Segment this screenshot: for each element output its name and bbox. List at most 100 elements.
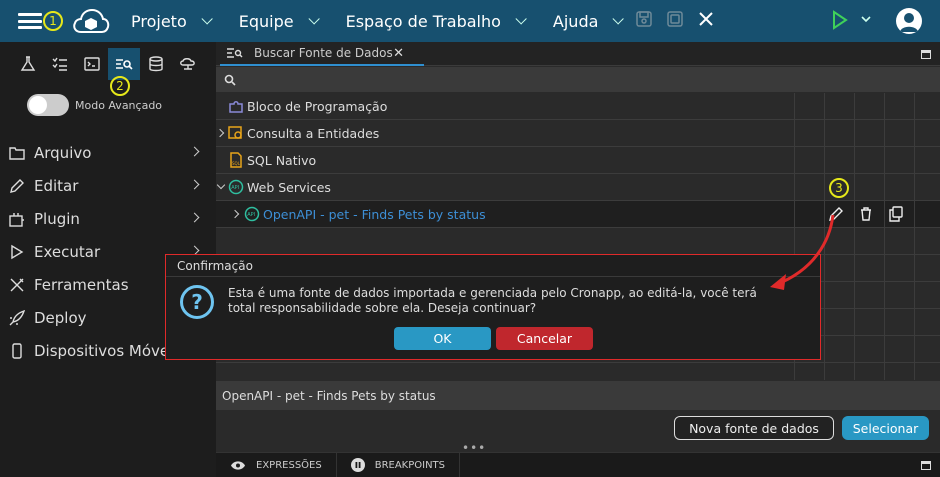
pause-icon bbox=[350, 458, 365, 472]
svg-text:API: API bbox=[231, 185, 239, 191]
tab-breakpoints[interactable]: BREAKPOINTS bbox=[337, 452, 461, 477]
tree-row-bloco[interactable]: Bloco de Programação bbox=[216, 93, 940, 120]
menu-espaco-de-trabalho[interactable]: Espaço de Trabalho bbox=[345, 11, 527, 31]
search-input[interactable] bbox=[216, 67, 940, 92]
trash-icon[interactable] bbox=[858, 206, 874, 222]
nav-label: Editar bbox=[34, 176, 79, 195]
chevron-right-icon bbox=[189, 146, 200, 157]
hamburger-menu-icon[interactable] bbox=[18, 13, 42, 29]
chevron-down-icon bbox=[612, 13, 625, 25]
selected-datasource-label: OpenAPI - pet - Finds Pets by status bbox=[222, 388, 436, 403]
menu-projeto[interactable]: Projeto bbox=[131, 11, 213, 31]
cancel-button[interactable]: Cancelar bbox=[496, 327, 593, 350]
database-icon bbox=[149, 56, 163, 72]
play-icon bbox=[833, 10, 871, 30]
tool-tab-console[interactable] bbox=[76, 48, 108, 80]
toolbar-icons bbox=[635, 10, 715, 28]
annotation-badge-1: 1 bbox=[43, 11, 63, 31]
checklist-icon bbox=[52, 57, 67, 71]
ok-button[interactable]: OK bbox=[394, 327, 491, 350]
pencil-icon bbox=[8, 177, 26, 195]
tab-label: BREAKPOINTS bbox=[374, 459, 446, 471]
datasource-search-icon bbox=[227, 48, 243, 58]
dialog-title: Confirmação bbox=[166, 255, 820, 277]
mobile-icon bbox=[8, 342, 26, 360]
tree-label: Bloco de Programação bbox=[247, 98, 388, 114]
query-icon bbox=[228, 126, 242, 139]
tree-label: SQL Nativo bbox=[247, 152, 317, 168]
chevron-right-icon[interactable] bbox=[215, 128, 225, 138]
nav-label: Deploy bbox=[34, 308, 87, 327]
bottom-tabs: EXPRESSÕES BREAKPOINTS bbox=[216, 452, 940, 477]
copy-icon[interactable] bbox=[888, 206, 904, 222]
confirmation-dialog: Confirmação ? Esta é uma fonte de dados … bbox=[165, 254, 821, 360]
folder-icon bbox=[8, 144, 26, 162]
tool-tab-database[interactable] bbox=[140, 48, 172, 80]
tab-bar: Buscar Fonte de Dados ✕ bbox=[216, 42, 940, 66]
tree-label: Web Services bbox=[247, 179, 331, 195]
tab-label: Buscar Fonte de Dados bbox=[254, 46, 393, 60]
save-all-icon[interactable] bbox=[666, 10, 684, 28]
nav-item-arquivo[interactable]: Arquivo bbox=[0, 136, 216, 169]
play-icon bbox=[8, 243, 26, 261]
cronapp-logo-icon bbox=[73, 8, 110, 33]
puzzle-icon bbox=[229, 101, 243, 113]
nav-label: Dispositivos Móve bbox=[34, 341, 170, 360]
grid-line bbox=[884, 93, 885, 380]
run-button[interactable] bbox=[832, 10, 872, 34]
dialog-message: Esta é uma fonte de dados importada e ge… bbox=[228, 286, 757, 315]
nav-item-plugin[interactable]: Plugin bbox=[0, 202, 216, 235]
select-button[interactable]: Selecionar bbox=[842, 416, 929, 440]
chevron-down-icon bbox=[308, 13, 320, 25]
sql-file-icon: SQL bbox=[230, 152, 242, 168]
user-avatar-icon[interactable] bbox=[896, 8, 922, 34]
cloud-network-icon bbox=[180, 58, 195, 70]
nav-label: Executar bbox=[34, 242, 101, 261]
menu-label: Espaço de Trabalho bbox=[345, 11, 501, 31]
search-icon bbox=[224, 74, 236, 86]
plugin-icon bbox=[8, 210, 26, 228]
save-icon[interactable] bbox=[635, 10, 653, 28]
menu-equipe[interactable]: Equipe bbox=[239, 12, 320, 31]
maximize-icon[interactable] bbox=[921, 461, 931, 470]
chevron-down-icon bbox=[201, 13, 213, 25]
tool-tab-datasource[interactable] bbox=[108, 48, 140, 80]
tools-icon bbox=[8, 276, 26, 294]
tab-label: EXPRESSÕES bbox=[256, 459, 322, 471]
new-datasource-button[interactable]: Nova fonte de dados bbox=[674, 416, 834, 440]
tab-close-icon[interactable]: ✕ bbox=[393, 46, 404, 61]
tab-expressoes[interactable]: EXPRESSÕES bbox=[216, 452, 337, 477]
close-icon[interactable] bbox=[697, 10, 715, 28]
tool-tab-cloud[interactable] bbox=[172, 48, 204, 80]
tab-buscar-fonte[interactable]: Buscar Fonte de Dados ✕ bbox=[220, 42, 424, 66]
chevron-right-icon bbox=[189, 212, 200, 223]
grid-line bbox=[914, 93, 915, 380]
grid-line bbox=[854, 93, 855, 380]
nav-label: Arquivo bbox=[34, 143, 92, 162]
chevron-down-icon[interactable] bbox=[216, 180, 226, 190]
menu-ajuda[interactable]: Ajuda bbox=[553, 12, 625, 31]
terminal-icon bbox=[84, 57, 100, 71]
flask-icon bbox=[20, 56, 36, 71]
main-menu: Projeto Equipe Espaço de Trabalho Ajuda bbox=[131, 0, 650, 42]
nav-label: Plugin bbox=[34, 209, 80, 228]
menu-label: Projeto bbox=[131, 11, 187, 31]
annotation-arrow-icon bbox=[770, 214, 835, 290]
tool-tab-test[interactable] bbox=[12, 48, 44, 80]
advanced-mode-toggle[interactable] bbox=[27, 94, 69, 116]
question-icon: ? bbox=[180, 285, 214, 319]
nav-item-editar[interactable]: Editar bbox=[0, 169, 216, 202]
chevron-down-icon bbox=[515, 13, 527, 25]
nav-label: Ferramentas bbox=[34, 275, 129, 294]
chevron-right-icon[interactable] bbox=[230, 209, 240, 219]
tool-tab-tasks[interactable] bbox=[44, 48, 76, 80]
tree-row-sql[interactable]: SQL SQL Nativo bbox=[216, 147, 940, 174]
api-icon: API bbox=[244, 206, 260, 222]
tree-row-consulta[interactable]: Consulta a Entidades bbox=[215, 120, 940, 147]
top-bar: 1 Projeto Equipe Espaço de Trabalho Ajud… bbox=[0, 0, 940, 42]
datasource-search-icon bbox=[116, 59, 133, 70]
tree-label: Consulta a Entidades bbox=[247, 125, 380, 141]
advanced-mode-label: Modo Avançado bbox=[75, 99, 163, 112]
api-icon: API bbox=[228, 179, 244, 195]
maximize-icon[interactable] bbox=[921, 50, 931, 59]
